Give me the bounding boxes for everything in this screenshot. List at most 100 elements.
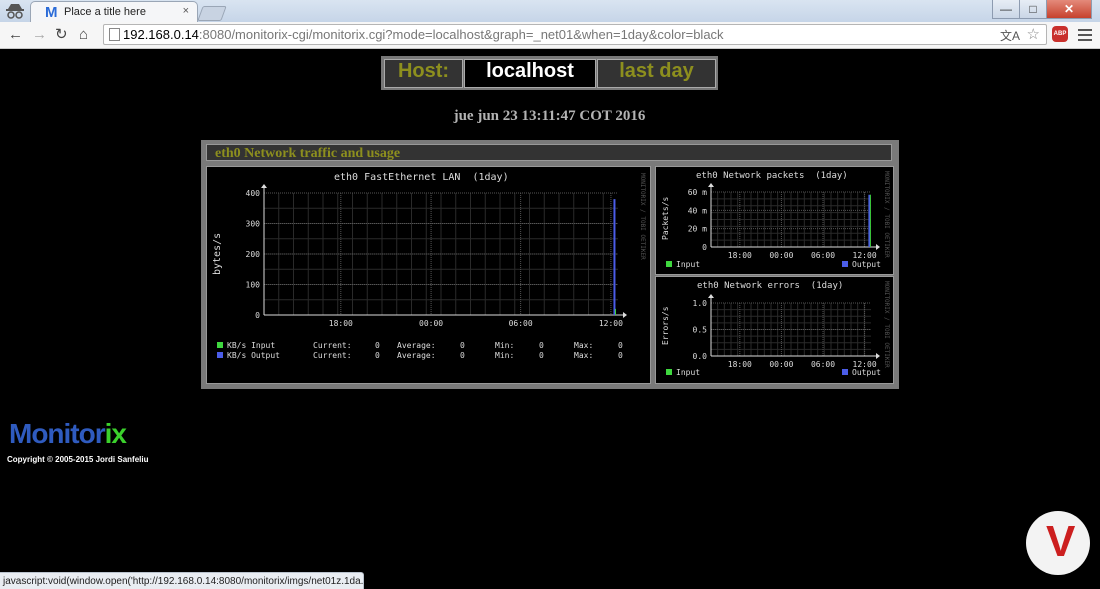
stat-input-average: 0 <box>460 341 465 350</box>
y-tick-label: 0.0 <box>693 352 708 361</box>
adblock-plus-icon[interactable]: ABP <box>1052 26 1068 42</box>
errors-legend-output-swatch <box>842 369 848 375</box>
stat-input-current: 0 <box>375 341 380 350</box>
traffic-graph-credit: MONITORIX / TOBI OETIKER <box>639 173 646 260</box>
stat-output-average: 0 <box>460 351 465 360</box>
x-tick-label: 18:00 <box>329 319 353 328</box>
x-tick-label: 00:00 <box>769 360 793 369</box>
x-axis-arrow <box>876 244 880 250</box>
y-tick-label: 400 <box>246 189 261 198</box>
monitorix-logo[interactable]: Monitorix <box>9 418 127 450</box>
report-datetime: jue jun 23 13:11:47 COT 2016 <box>453 108 646 124</box>
packets-graph-credit: MONITORIX / TOBI OETIKER <box>883 171 890 258</box>
stat-input-min-label: Min: <box>495 341 515 350</box>
minimize-button[interactable]: — <box>992 0 1020 19</box>
browser-tab[interactable]: M Place a title here × <box>30 1 198 23</box>
x-tick-label: 00:00 <box>769 251 793 260</box>
url-text: 192.168.0.14:8080/monitorix-cgi/monitori… <box>123 27 724 42</box>
panel-title: eth0 Network traffic and usage <box>206 144 892 161</box>
traffic-graph-ylabel: bytes/s <box>212 232 223 275</box>
back-button[interactable]: ← <box>8 26 23 44</box>
menu-icon[interactable] <box>1078 29 1092 44</box>
errors-graph-ylabel: Errors/s <box>661 306 670 345</box>
stat-output-max-label: Max: <box>574 351 594 360</box>
legend-input: KB/s Input <box>217 341 275 350</box>
host-value: localhost <box>464 59 596 88</box>
y-tick-label: 100 <box>246 281 261 290</box>
y-axis-arrow <box>708 183 714 187</box>
x-axis-arrow <box>876 353 880 359</box>
y-tick-label: 0 <box>702 243 707 252</box>
x-tick-label: 12:00 <box>599 319 623 328</box>
x-tick-label: 06:00 <box>811 360 835 369</box>
x-tick-label: 06:00 <box>509 319 533 328</box>
status-bar: javascript:void(window.open('http://192.… <box>0 572 364 589</box>
legend-input-swatch <box>217 342 223 348</box>
stat-input-min: 0 <box>539 341 544 350</box>
y-tick-label: 20 m <box>688 225 707 234</box>
maximize-button[interactable]: □ <box>1019 0 1047 19</box>
window-titlebar: M Place a title here × — □ ✕ <box>0 0 1100 23</box>
window-controls: — □ ✕ <box>992 0 1092 19</box>
y-axis-arrow <box>708 294 714 298</box>
packets-graph[interactable]: 60 m 40 m 20 m 0 18:00 00:00 06:00 12:00 eth0 N… <box>655 166 894 275</box>
page-icon <box>109 28 120 41</box>
packets-graph-title: eth0 Network packets (1day) <box>696 171 848 181</box>
errors-legend-input: Input <box>666 368 700 377</box>
incognito-icon <box>6 4 24 19</box>
x-axis-arrow <box>623 312 627 318</box>
legend-output: KB/s Output <box>217 351 280 360</box>
traffic-graph-title: eth0 FastEthernet LAN (1day) <box>334 172 509 183</box>
stat-input-max-label: Max: <box>574 341 594 350</box>
y-tick-label: 60 m <box>688 188 707 197</box>
browser-toolbar: ← → ↻ ⌂ 192.168.0.14:8080/monitorix-cgi/… <box>0 22 1100 49</box>
tab-close-icon[interactable]: × <box>183 5 189 17</box>
stat-output-average-label: Average: <box>397 351 436 360</box>
stat-input-average-label: Average: <box>397 341 436 350</box>
legend-output-swatch <box>217 352 223 358</box>
errors-graph-credit: MONITORIX / TOBI OETIKER <box>883 281 890 368</box>
packets-legend-input-swatch <box>666 261 672 267</box>
y-tick-label: 0 <box>255 311 260 320</box>
y-tick-label: 40 m <box>688 206 707 215</box>
stat-output-min: 0 <box>539 351 544 360</box>
y-tick-label: 0.5 <box>693 326 708 335</box>
errors-graph[interactable]: 1.0 0.5 0.0 18:00 00:00 06:00 12:00 eth0 Netwo… <box>655 276 894 384</box>
x-tick-label: 18:00 <box>728 360 752 369</box>
packets-graph-ylabel: Packets/s <box>661 196 670 240</box>
monitorix-favicon-icon: M <box>45 4 58 21</box>
watermark-logo: V <box>1026 511 1090 575</box>
tab-title: Place a title here <box>64 6 146 18</box>
stat-output-current: 0 <box>375 351 380 360</box>
new-tab-button[interactable] <box>197 6 227 21</box>
stat-output-current-label: Current: <box>313 351 352 360</box>
x-tick-label: 00:00 <box>419 319 443 328</box>
y-tick-label: 1.0 <box>693 299 708 308</box>
y-tick-label: 300 <box>246 220 261 229</box>
stat-output-max: 0 <box>618 351 623 360</box>
x-tick-label: 06:00 <box>811 251 835 260</box>
network-panel: eth0 Network traffic and usage 400 300 200… <box>201 140 899 389</box>
host-bar: Host: localhost last day <box>381 56 718 90</box>
translate-icon[interactable]: 文A <box>1000 27 1020 44</box>
home-button[interactable]: ⌂ <box>79 26 88 44</box>
reload-button[interactable]: ↻ <box>55 26 68 44</box>
errors-legend-input-swatch <box>666 369 672 375</box>
x-tick-label: 18:00 <box>728 251 752 260</box>
forward-button[interactable]: → <box>32 26 47 44</box>
packets-legend-output-swatch <box>842 261 848 267</box>
copyright-text: Copyright © 2005-2015 Jordi Sanfeliu <box>7 455 149 464</box>
errors-graph-title: eth0 Network errors (1day) <box>697 281 844 291</box>
traffic-graph[interactable]: 400 300 200 100 0 18:00 00:00 06:00 12:00 eth0 F… <box>206 166 651 384</box>
x-tick-label: 12:00 <box>853 251 877 260</box>
stat-output-min-label: Min: <box>495 351 515 360</box>
bookmark-star-icon[interactable]: ☆ <box>1027 25 1040 43</box>
stat-input-current-label: Current: <box>313 341 352 350</box>
host-label: Host: <box>384 59 463 88</box>
errors-legend-output: Output <box>842 368 881 377</box>
address-bar[interactable]: 192.168.0.14:8080/monitorix-cgi/monitori… <box>103 24 1047 45</box>
close-window-button[interactable]: ✕ <box>1046 0 1092 19</box>
stat-input-max: 0 <box>618 341 623 350</box>
packets-legend-input: Input <box>666 260 700 269</box>
period-label: last day <box>597 59 716 88</box>
